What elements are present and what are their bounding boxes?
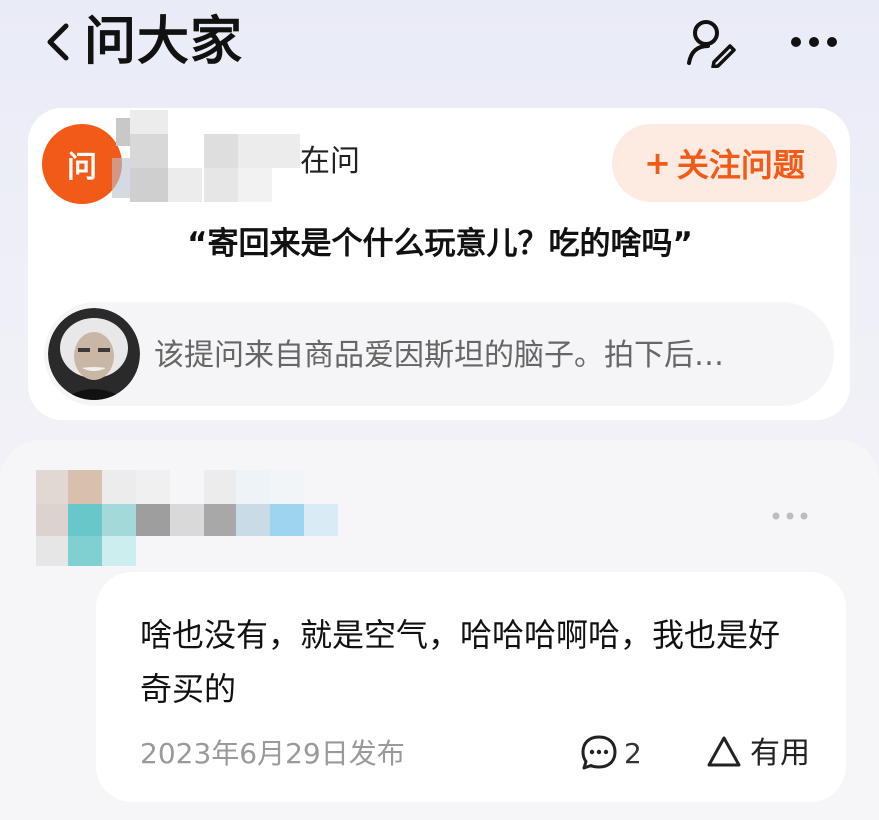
ask-badge: 问	[42, 124, 122, 204]
useful-triangle-icon[interactable]	[706, 734, 742, 770]
question-source-text: 该提问来自商品爱因斯坦的脑子。拍下后…	[154, 338, 724, 373]
question-text: “寄回来是个什么玩意儿？吃的啥吗”	[187, 226, 693, 262]
comment-icon[interactable]	[580, 734, 618, 772]
back-chevron-icon[interactable]	[40, 22, 76, 62]
answer-date: 2023年6月29日发布	[140, 737, 405, 770]
more-options-icon[interactable]	[786, 28, 842, 56]
follow-question-button[interactable]: + 关注问题	[612, 124, 837, 202]
useful-button-label[interactable]: 有用	[750, 732, 810, 776]
answer-more-icon[interactable]	[768, 506, 812, 526]
answerer-blurred-info	[36, 470, 338, 566]
product-avatar-image	[48, 308, 140, 400]
comment-count: 2	[624, 737, 642, 770]
user-edit-icon[interactable]	[684, 16, 736, 68]
answer-text: 啥也没有，就是空气，哈哈哈啊哈，我也是好奇买的	[140, 616, 781, 708]
plus-icon: +	[644, 144, 671, 182]
asker-name-blurred	[130, 110, 300, 202]
page-title: 问大家	[84, 12, 244, 72]
asking-label: 在问	[300, 144, 360, 179]
follow-button-label: 关注问题	[676, 146, 805, 184]
